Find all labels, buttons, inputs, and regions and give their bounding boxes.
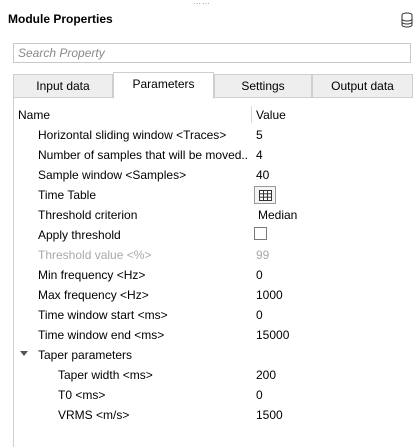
tab-settings[interactable]: Settings [214, 74, 312, 98]
property-row-apply-threshold[interactable]: Apply threshold [14, 225, 413, 245]
column-divider[interactable] [251, 106, 252, 123]
threshold-criterion-select[interactable]: Median [258, 208, 297, 222]
apply-threshold-checkbox[interactable] [254, 227, 267, 240]
table-icon [259, 190, 272, 201]
property-row-min-frequency[interactable]: Min frequency <Hz> 0 [14, 265, 413, 285]
grid-header: Name Value [14, 106, 413, 123]
property-group-taper-parameters[interactable]: Taper parameters [14, 345, 413, 365]
collapse-arrow-icon[interactable] [20, 351, 28, 356]
property-row-max-frequency[interactable]: Max frequency <Hz> 1000 [14, 285, 413, 305]
property-value[interactable]: 0 [256, 308, 263, 322]
tab-parameters[interactable]: Parameters [113, 72, 214, 99]
property-value[interactable]: 15000 [256, 328, 289, 342]
property-row-t0[interactable]: T0 <ms> 0 [14, 385, 413, 405]
property-value: 99 [256, 248, 270, 262]
property-row-time-window-end[interactable]: Time window end <ms> 15000 [14, 325, 413, 345]
search-input[interactable] [14, 44, 410, 62]
property-value[interactable]: 0 [256, 268, 263, 282]
property-name: Horizontal sliding window <Traces> [38, 128, 227, 142]
tab-output-data[interactable]: Output data [312, 74, 413, 98]
property-name: Time Table [38, 188, 97, 202]
property-row-time-table[interactable]: Time Table [14, 185, 413, 205]
property-row-threshold-value: Threshold value <%> 99 [14, 245, 413, 265]
tab-input-data[interactable]: Input data [13, 74, 113, 98]
tab-bar: Input data Parameters Settings Output da… [13, 72, 413, 99]
database-icon[interactable] [401, 12, 413, 28]
property-name: Threshold value <%> [38, 248, 152, 262]
group-name: Taper parameters [38, 348, 133, 362]
property-name: Time window end <ms> [38, 328, 165, 342]
column-header-name[interactable]: Name [18, 108, 50, 122]
property-value[interactable]: 1000 [256, 288, 283, 302]
property-grid: Name Value Horizontal sliding window <Tr… [13, 97, 413, 447]
property-name: T0 <ms> [58, 388, 106, 402]
property-value[interactable]: 200 [256, 368, 276, 382]
property-value[interactable]: 1500 [256, 408, 283, 422]
panel-drag-handle[interactable]: ⋯⋯ [0, 0, 413, 8]
property-name: Number of samples that will be moved... [38, 148, 247, 162]
property-name: VRMS <m/s> [58, 408, 130, 422]
property-value[interactable]: 40 [256, 168, 269, 182]
property-name: Min frequency <Hz> [38, 268, 146, 282]
panel-title: Module Properties [8, 12, 113, 26]
property-row-vrms[interactable]: VRMS <m/s> 1500 [14, 405, 413, 425]
search-box[interactable] [13, 43, 411, 63]
property-row-threshold-criterion[interactable]: Threshold criterion Median [14, 205, 413, 225]
property-row-samples-moved[interactable]: Number of samples that will be moved... … [14, 145, 413, 165]
property-name: Taper width <ms> [58, 368, 153, 382]
property-name: Threshold criterion [38, 208, 138, 222]
property-value[interactable]: 0 [256, 388, 263, 402]
property-name: Time window start <ms> [38, 308, 168, 322]
drag-dots-icon: ⋯⋯ [193, 0, 211, 8]
property-value[interactable]: 5 [256, 128, 263, 142]
property-value[interactable]: 4 [256, 148, 263, 162]
table-editor-button[interactable] [254, 186, 276, 204]
property-row-time-window-start[interactable]: Time window start <ms> 0 [14, 305, 413, 325]
property-name: Apply threshold [38, 228, 121, 242]
property-row-taper-width[interactable]: Taper width <ms> 200 [14, 365, 413, 385]
column-header-value[interactable]: Value [256, 108, 286, 122]
property-row-sample-window[interactable]: Sample window <Samples> 40 [14, 165, 413, 185]
property-name: Sample window <Samples> [38, 168, 187, 182]
property-name: Max frequency <Hz> [38, 288, 149, 302]
property-row-horizontal-sliding-window[interactable]: Horizontal sliding window <Traces> 5 [14, 125, 413, 145]
